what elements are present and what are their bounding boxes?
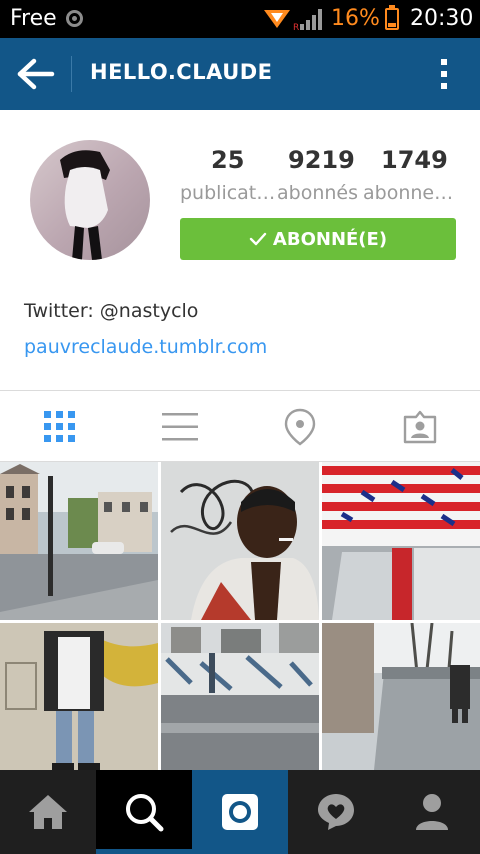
- grid-icon: [44, 411, 75, 442]
- following-button-label: ABONNÉ(E): [272, 228, 388, 250]
- nav-search[interactable]: [96, 770, 192, 854]
- divider-top: [0, 390, 480, 391]
- tab-list[interactable]: [145, 400, 215, 454]
- followers-count: 9219: [288, 146, 355, 174]
- person-wall-photo[interactable]: [0, 623, 158, 770]
- location-pin-icon: [284, 408, 316, 446]
- signal-icon: R: [264, 9, 322, 32]
- avatar[interactable]: [30, 140, 150, 260]
- mural-street-photo[interactable]: [161, 623, 319, 770]
- following-label[interactable]: abonne…: [363, 182, 453, 204]
- nav-active-indicator: [96, 849, 192, 854]
- list-icon: [162, 413, 198, 441]
- camera-icon: [222, 794, 258, 830]
- app-header: HELLO.CLAUDE: [0, 38, 480, 110]
- search-icon: [126, 794, 164, 832]
- following-button[interactable]: ABONNÉ(E): [180, 218, 456, 260]
- selfie-graffiti-photo[interactable]: [161, 462, 319, 620]
- posts-label[interactable]: publicat…: [180, 182, 275, 204]
- tab-location[interactable]: [265, 400, 335, 454]
- clock: 20:30: [410, 6, 474, 31]
- flag-ceiling-photo[interactable]: [322, 462, 480, 620]
- nav-home[interactable]: [0, 770, 96, 854]
- svg-text:R: R: [293, 23, 299, 32]
- tab-tagged[interactable]: [385, 400, 455, 454]
- website-link[interactable]: pauvreclaude.tumblr.com: [24, 336, 267, 358]
- sidewalk-walker-photo[interactable]: [322, 623, 480, 770]
- carrier-name: Free: [10, 6, 57, 31]
- tab-grid[interactable]: [25, 400, 95, 454]
- bio-text: Twitter: @nastyclo: [24, 300, 199, 322]
- nav-camera[interactable]: [192, 770, 288, 854]
- battery-icon: [385, 5, 399, 30]
- profile-icon: [416, 794, 448, 830]
- nav-profile[interactable]: [384, 770, 480, 854]
- page-title: HELLO.CLAUDE: [90, 60, 273, 84]
- home-icon: [29, 795, 67, 829]
- posts-count: 25: [211, 146, 245, 174]
- sync-icon: [66, 10, 83, 27]
- back-arrow-icon[interactable]: [14, 54, 58, 94]
- checkmark-icon: [249, 232, 267, 246]
- header-divider: [71, 56, 72, 92]
- tagged-photos-icon: [403, 410, 437, 444]
- more-options-icon[interactable]: [430, 54, 458, 94]
- followers-label[interactable]: abonnés: [277, 182, 358, 204]
- bottom-navigation: [0, 770, 480, 854]
- activity-heart-icon: [318, 794, 354, 830]
- avatar-figure: [60, 150, 110, 260]
- nav-activity[interactable]: [288, 770, 384, 854]
- battery-percent: 16%: [331, 6, 380, 31]
- status-bar: Free R 16% 20:30: [0, 0, 480, 38]
- following-count: 1749: [381, 146, 448, 174]
- street-houses-photo[interactable]: [0, 462, 158, 620]
